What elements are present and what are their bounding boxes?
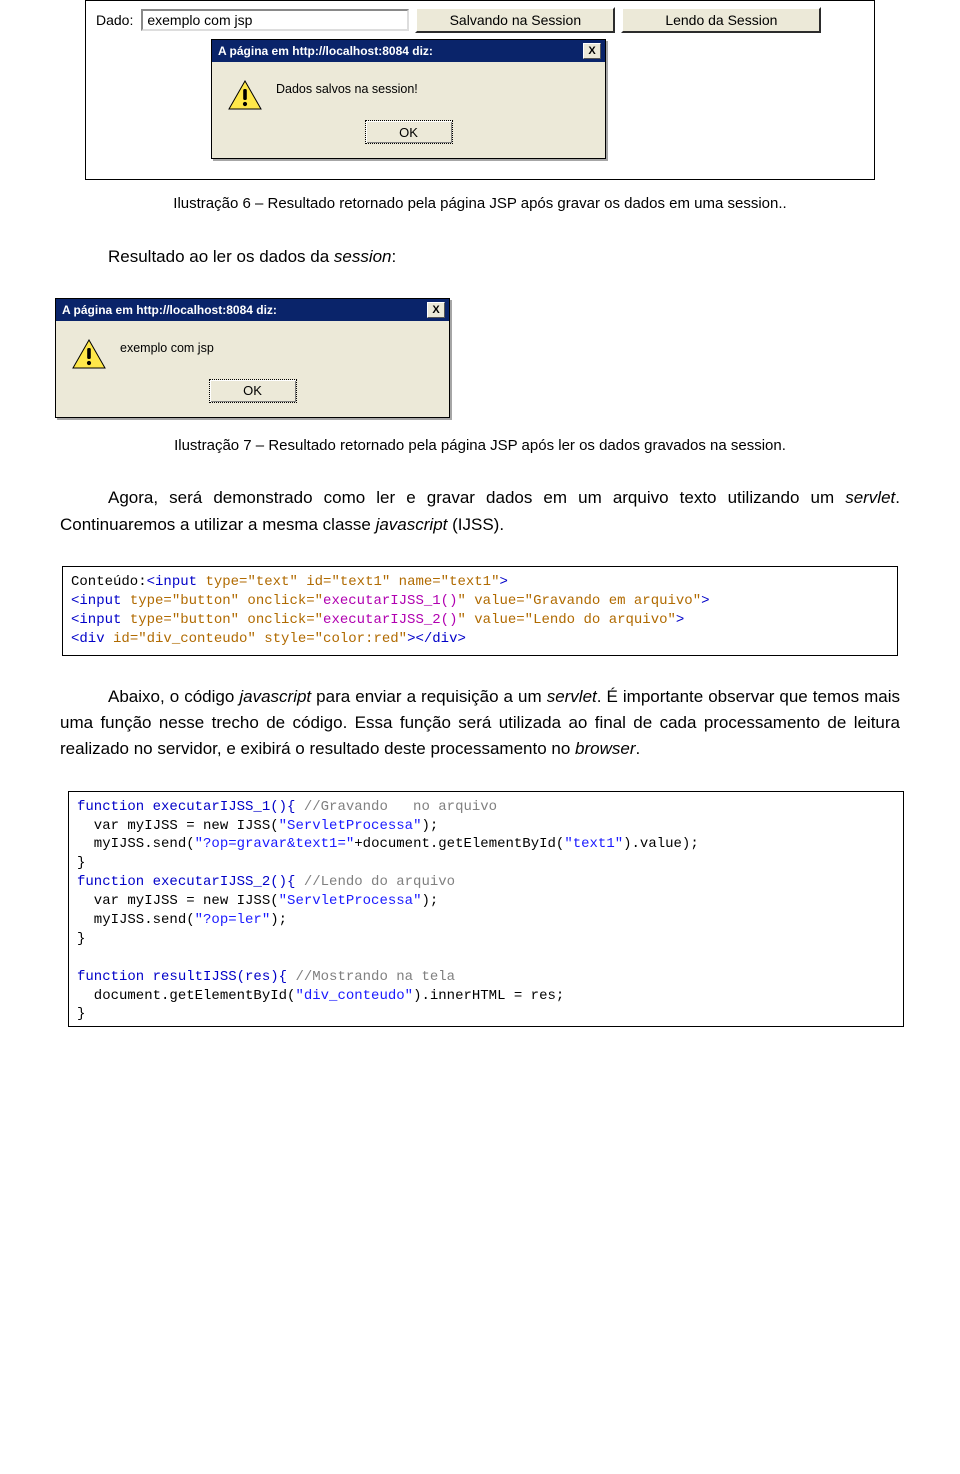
save-session-button[interactable]: Salvando na Session [415, 7, 615, 33]
para-servlet-intro: Agora, será demonstrado como ler e grava… [60, 485, 900, 538]
dado-label: Dado: [96, 12, 133, 28]
close-icon[interactable]: X [583, 43, 601, 59]
para-read-header: Resultado ao ler os dados da session: [60, 244, 900, 270]
ok-button[interactable]: OK [365, 120, 453, 144]
figure-1-caption: Ilustração 6 – Resultado retornado pela … [60, 194, 900, 214]
dialog-titlebar: A página em http://localhost:8084 diz: X [56, 299, 449, 321]
dado-input[interactable] [141, 9, 409, 31]
para-after-code1: Abaixo, o código javascript para enviar … [60, 684, 900, 763]
alert-dialog-1: A página em http://localhost:8084 diz: X… [211, 39, 606, 159]
warning-icon [228, 80, 262, 110]
read-session-button[interactable]: Lendo da Session [621, 7, 821, 33]
dialog-title-text: A página em http://localhost:8084 diz: [62, 303, 277, 317]
ok-button[interactable]: OK [209, 379, 297, 403]
close-icon[interactable]: X [427, 302, 445, 318]
alert-dialog-2: A página em http://localhost:8084 diz: X… [55, 298, 450, 418]
code-block-js: function executarIJSS_1(){ //Gravando no… [68, 791, 904, 1028]
figure-2-caption: Ilustração 7 – Resultado retornado pela … [60, 436, 900, 456]
dialog-titlebar: A página em http://localhost:8084 diz: X [212, 40, 605, 62]
code-block-html: Conteúdo:<input type="text" id="text1" n… [62, 566, 898, 656]
dialog-message: exemplo com jsp [120, 339, 214, 369]
dialog-title-text: A página em http://localhost:8084 diz: [218, 44, 433, 58]
figure-1-frame: Dado: Salvando na Session Lendo da Sessi… [85, 0, 875, 180]
warning-icon [72, 339, 106, 369]
dialog-message: Dados salvos na session! [276, 80, 418, 110]
form-row: Dado: Salvando na Session Lendo da Sessi… [86, 1, 874, 39]
